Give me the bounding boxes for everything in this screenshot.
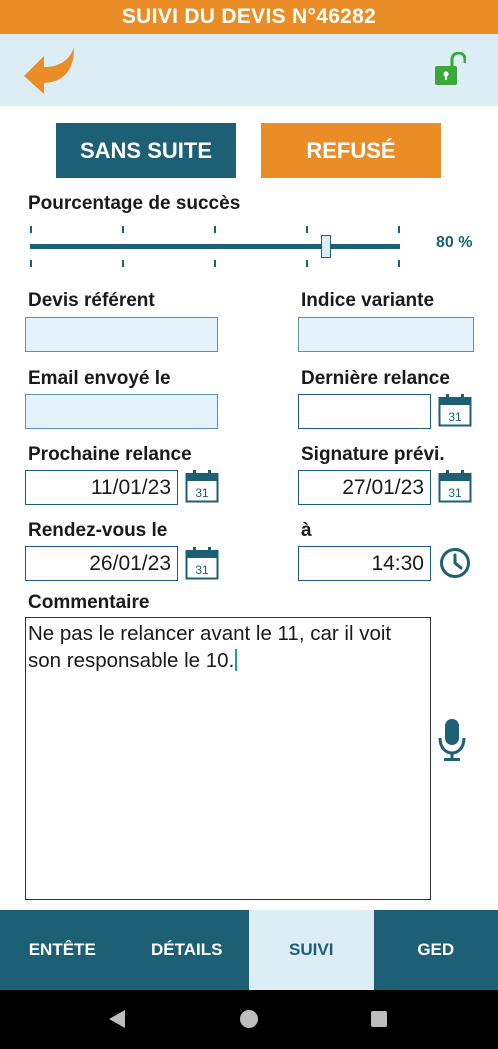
email-envoye-field[interactable] xyxy=(25,394,218,429)
slider-tick xyxy=(306,260,308,267)
rendez-vous-time-value: 14:30 xyxy=(371,552,424,575)
slider-tick xyxy=(306,226,308,233)
slider-tick xyxy=(214,226,216,233)
text-caret xyxy=(235,649,238,671)
slider-tick xyxy=(122,260,124,267)
tab-entete[interactable]: ENTÊTE xyxy=(0,910,125,990)
refuse-button[interactable]: REFUSÉ xyxy=(261,123,441,178)
unlocked-padlock-icon[interactable] xyxy=(434,52,466,88)
indice-variante-field[interactable] xyxy=(298,317,474,352)
calendar-icon[interactable]: 31 xyxy=(438,469,472,503)
calendar-icon[interactable]: 31 xyxy=(185,469,219,503)
signature-previ-label: Signature prévi. xyxy=(301,444,445,465)
nav-recent-apps-icon[interactable] xyxy=(371,1011,387,1027)
slider-tick xyxy=(214,260,216,267)
calendar-icon[interactable]: 31 xyxy=(185,546,219,580)
slider-track xyxy=(30,244,400,249)
nav-home-icon[interactable] xyxy=(240,1010,258,1028)
comment-text-wrapper: Ne pas le relancer avant le 11, car il v… xyxy=(28,620,428,674)
nav-back-icon[interactable] xyxy=(108,1009,126,1029)
comment-textarea[interactable]: Ne pas le relancer avant le 11, car il v… xyxy=(25,617,431,900)
slider-tick xyxy=(30,260,32,267)
slider-tick xyxy=(398,226,400,233)
page-title: SUIVI DU DEVIS N°46282 xyxy=(0,0,498,34)
tab-ged[interactable]: GED xyxy=(373,910,498,990)
derniere-relance-field[interactable] xyxy=(298,394,431,429)
rendez-vous-heure-label: à xyxy=(301,520,312,541)
email-envoye-label: Email envoyé le xyxy=(28,368,171,389)
derniere-relance-label: Dernière relance xyxy=(301,368,450,389)
clock-icon[interactable] xyxy=(439,547,471,579)
prochaine-relance-label: Prochaine relance xyxy=(28,444,192,465)
rendez-vous-label: Rendez-vous le xyxy=(28,520,168,541)
calendar-day-text: 31 xyxy=(195,563,209,577)
rendez-vous-date-field[interactable]: 26/01/23 xyxy=(25,546,178,581)
calendar-day-text: 31 xyxy=(448,410,462,424)
signature-previ-value: 27/01/23 xyxy=(342,476,424,499)
signature-previ-field[interactable]: 27/01/23 xyxy=(298,470,431,505)
slider-tick xyxy=(122,226,124,233)
rendez-vous-date-value: 26/01/23 xyxy=(89,552,171,575)
calendar-day-text: 31 xyxy=(195,486,209,500)
prochaine-relance-value: 11/01/23 xyxy=(90,476,171,499)
slider-tick xyxy=(398,260,400,267)
slider-tick xyxy=(30,226,32,233)
success-percentage-label: Pourcentage de succès xyxy=(28,193,241,214)
slider-thumb[interactable] xyxy=(321,235,331,258)
commentaire-label: Commentaire xyxy=(28,592,150,613)
toolbar xyxy=(0,34,498,106)
calendar-icon[interactable]: 31 xyxy=(438,393,472,427)
devis-referent-label: Devis référent xyxy=(28,290,155,311)
bottom-tab-bar: ENTÊTE DÉTAILS SUIVI GED xyxy=(0,910,498,990)
calendar-day-text: 31 xyxy=(448,486,462,500)
tab-details[interactable]: DÉTAILS xyxy=(124,910,249,990)
success-slider[interactable] xyxy=(30,222,402,268)
devis-referent-field[interactable] xyxy=(25,317,218,352)
tab-suivi[interactable]: SUIVI xyxy=(249,910,374,990)
success-percentage-value: 80 % xyxy=(436,234,473,251)
indice-variante-label: Indice variante xyxy=(301,290,435,311)
back-arrow-icon[interactable] xyxy=(22,46,76,94)
microphone-icon[interactable] xyxy=(436,718,468,762)
sans-suite-button[interactable]: SANS SUITE xyxy=(56,123,236,178)
comment-text: Ne pas le relancer avant le 11, car il v… xyxy=(28,622,392,672)
prochaine-relance-field[interactable]: 11/01/23 xyxy=(25,470,178,505)
system-navigation-bar xyxy=(0,990,498,1049)
rendez-vous-time-field[interactable]: 14:30 xyxy=(298,546,431,581)
